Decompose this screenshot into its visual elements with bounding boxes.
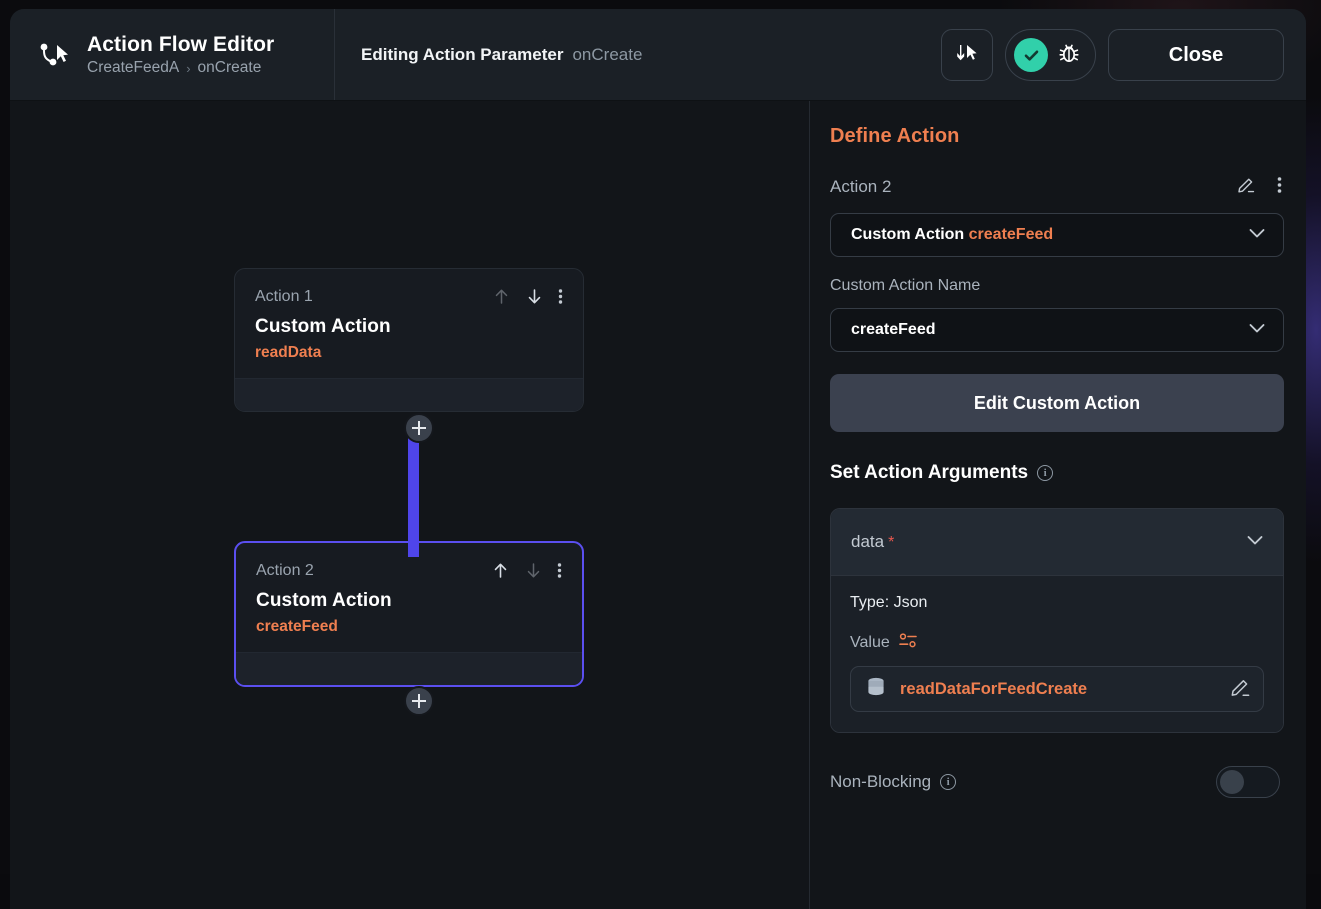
- node-footer: [236, 652, 582, 685]
- move-up-icon[interactable]: [491, 561, 510, 580]
- pencil-icon[interactable]: [1229, 675, 1253, 704]
- set-action-arguments-label: Set Action Arguments: [830, 462, 1028, 484]
- toggle-knob: [1220, 770, 1244, 794]
- kebab-menu-icon[interactable]: [1277, 175, 1282, 200]
- node-title: Custom Action: [255, 316, 563, 338]
- editor-title-block: Action Flow Editor CreateFeedA › onCreat…: [10, 9, 335, 101]
- flow-node-action-2[interactable]: Action 2: [234, 541, 584, 687]
- node-controls: [491, 561, 562, 580]
- node-header: Action 2: [256, 561, 562, 580]
- action-row-icons: [1236, 174, 1282, 200]
- add-node-button-after-action-1[interactable]: [404, 413, 434, 443]
- breadcrumb-leaf[interactable]: onCreate: [198, 59, 262, 77]
- argument-type: Type: Json: [850, 594, 1264, 612]
- custom-action-name-value: createFeed: [851, 321, 936, 339]
- info-icon[interactable]: i: [1037, 465, 1053, 481]
- custom-action-name-label: Custom Action Name: [830, 277, 1284, 295]
- check-icon: [1014, 38, 1048, 72]
- argument-name: data: [851, 532, 884, 551]
- action-flow-editor-modal: Action Flow Editor CreateFeedA › onCreat…: [10, 9, 1306, 909]
- kebab-menu-icon[interactable]: [558, 287, 563, 306]
- non-blocking-label-wrap: Non-Blocking i: [830, 772, 956, 792]
- chevron-down-icon: [1245, 316, 1269, 345]
- required-marker: *: [888, 534, 894, 551]
- argument-value-label: Value: [850, 634, 890, 652]
- database-icon: [865, 675, 887, 704]
- node-controls: [492, 287, 563, 306]
- page-title: Action Flow Editor: [87, 33, 274, 57]
- non-blocking-label: Non-Blocking: [830, 772, 931, 792]
- chevron-right-icon: ›: [186, 61, 190, 76]
- action-type-value: createFeed: [969, 226, 1054, 243]
- modal-header: Action Flow Editor CreateFeedA › onCreat…: [10, 9, 1306, 101]
- argument-body: Type: Json Value: [831, 575, 1283, 732]
- node-content: Action 2: [236, 543, 582, 652]
- flow-node-action-1[interactable]: Action 1: [234, 268, 584, 412]
- header-actions: Close: [941, 9, 1306, 101]
- argument-header[interactable]: data*: [831, 509, 1283, 575]
- argument-value-text: readDataForFeedCreate: [900, 680, 1216, 699]
- define-action-panel: Define Action Action 2: [810, 101, 1306, 909]
- edit-custom-action-button[interactable]: Edit Custom Action: [830, 374, 1284, 432]
- argument-card-data: data* Type: Json Value: [830, 508, 1284, 733]
- breadcrumb: CreateFeedA › onCreate: [87, 59, 274, 77]
- action-type-select-value: Custom Action createFeed: [851, 226, 1053, 244]
- action-type-select[interactable]: Custom Action createFeed: [830, 213, 1284, 257]
- argument-value-label-row: Value: [850, 632, 1264, 654]
- node-title: Custom Action: [256, 590, 562, 612]
- node-subtitle: readData: [255, 344, 563, 362]
- node-content: Action 1: [235, 269, 583, 378]
- title-texts: Action Flow Editor CreateFeedA › onCreat…: [87, 33, 274, 77]
- info-icon[interactable]: i: [940, 774, 956, 790]
- action-summary-row: Action 2: [830, 174, 1284, 200]
- close-button[interactable]: Close: [1108, 29, 1284, 81]
- validation-status-toggle[interactable]: [1005, 29, 1096, 81]
- non-blocking-row: Non-Blocking i: [830, 766, 1284, 798]
- flow-canvas[interactable]: Action 1: [10, 101, 810, 909]
- move-down-icon[interactable]: [525, 287, 544, 306]
- node-header: Action 1: [255, 287, 563, 306]
- move-up-icon[interactable]: [492, 287, 511, 306]
- panel-title: Define Action: [830, 125, 1284, 148]
- action-name-label: Action 2: [830, 177, 891, 197]
- argument-name-wrap: data*: [851, 532, 894, 552]
- action-type-prefix: Custom Action: [851, 226, 964, 243]
- set-action-arguments-title: Set Action Arguments i: [830, 462, 1284, 484]
- chevron-down-icon: [1245, 221, 1269, 250]
- node-index-label: Action 1: [255, 288, 313, 306]
- undo-flow-button[interactable]: [941, 29, 993, 81]
- flow-cursor-icon: [32, 35, 72, 75]
- add-node-button-after-action-2[interactable]: [404, 686, 434, 716]
- modal-body: Action 1: [10, 101, 1306, 909]
- node-footer: [235, 378, 583, 411]
- custom-action-name-select[interactable]: createFeed: [830, 308, 1284, 352]
- move-down-icon[interactable]: [524, 561, 543, 580]
- editing-label: Editing Action Parameter: [361, 45, 563, 65]
- pencil-icon[interactable]: [1236, 174, 1257, 200]
- chevron-down-icon: [1243, 528, 1267, 557]
- non-blocking-toggle[interactable]: [1216, 766, 1280, 798]
- node-subtitle: createFeed: [256, 618, 562, 636]
- bug-icon[interactable]: [1056, 40, 1082, 71]
- breadcrumb-root[interactable]: CreateFeedA: [87, 59, 179, 77]
- node-index-label: Action 2: [256, 562, 314, 580]
- undo-flow-icon: [954, 40, 980, 71]
- editing-context: Editing Action Parameter onCreate: [335, 9, 941, 101]
- sliders-icon[interactable]: [899, 632, 918, 654]
- editing-parameter-name: onCreate: [572, 45, 642, 65]
- argument-value-chip[interactable]: readDataForFeedCreate: [850, 666, 1264, 712]
- kebab-menu-icon[interactable]: [557, 561, 562, 580]
